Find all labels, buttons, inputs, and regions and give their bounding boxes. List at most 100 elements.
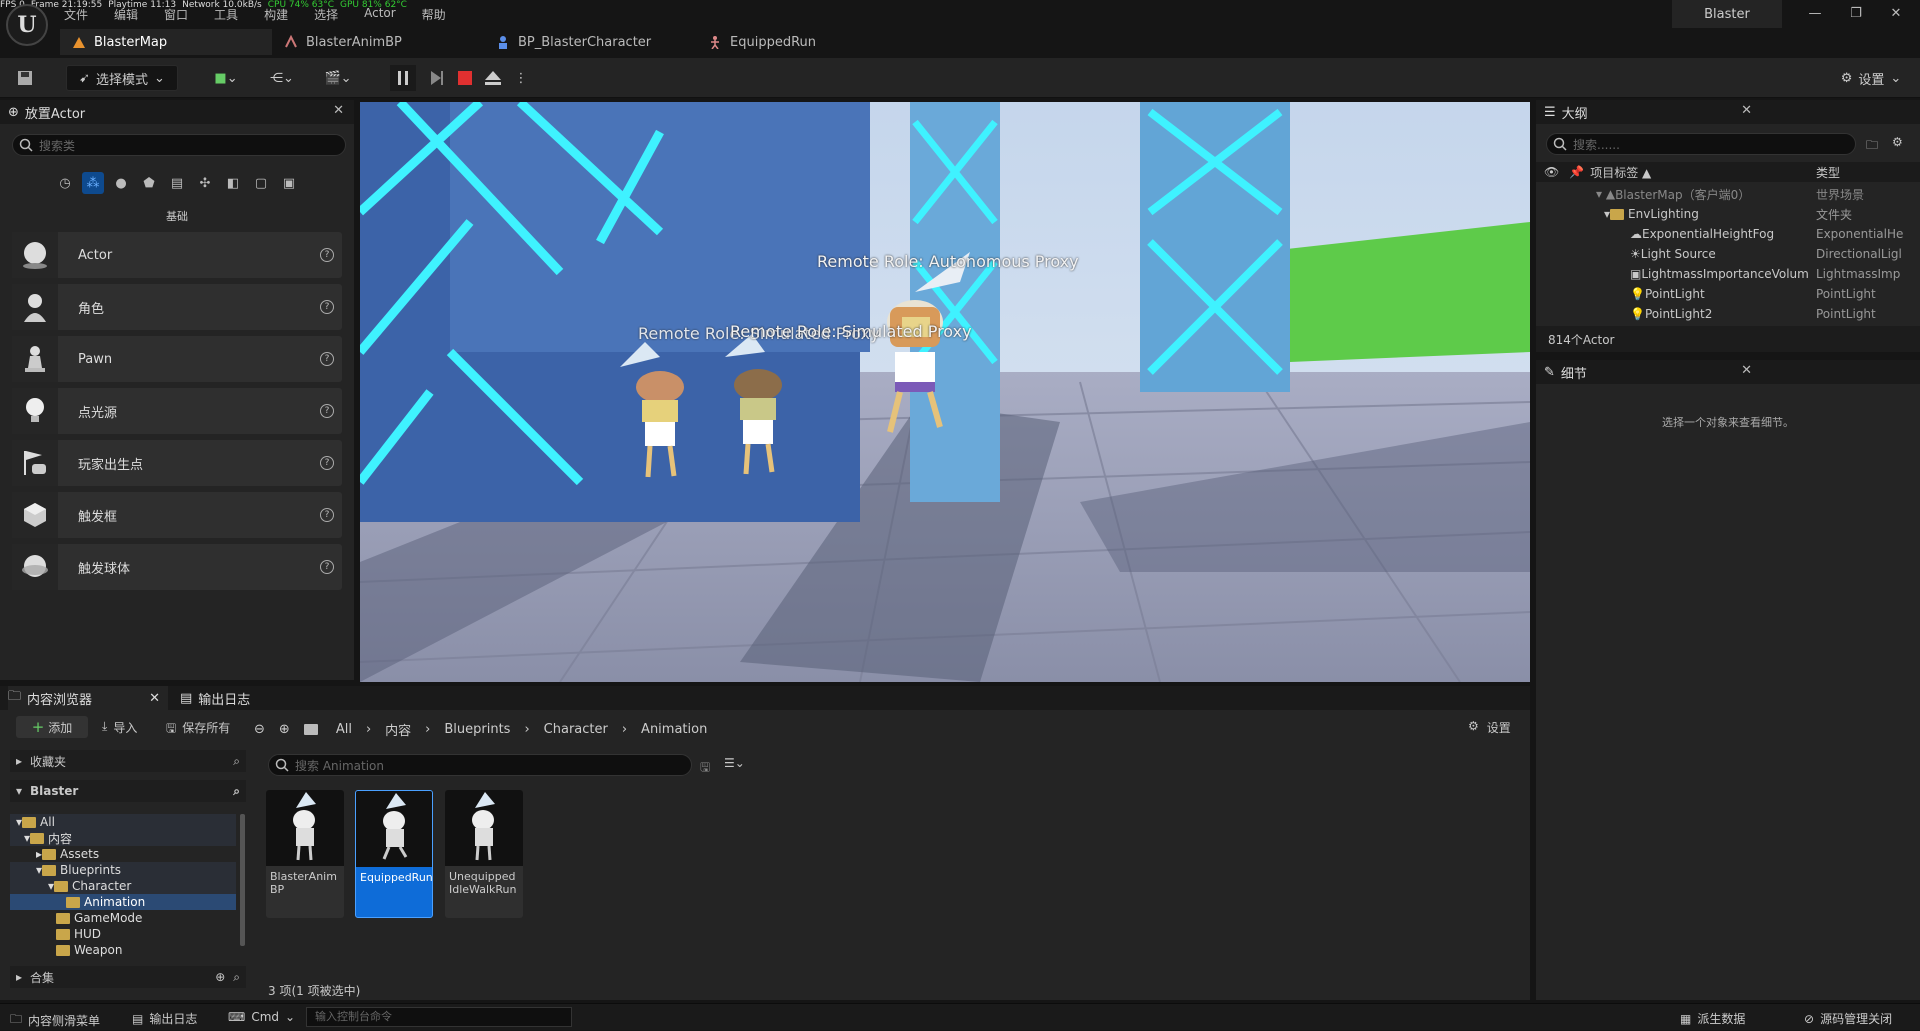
help-icon[interactable]: ?	[320, 456, 334, 470]
shapes-category-icon[interactable]: ⬟	[138, 172, 160, 194]
cinematic-category-icon[interactable]: ▤	[166, 172, 188, 194]
recent-icon[interactable]: ◷	[54, 172, 76, 194]
collections-section[interactable]: ▸ 合集 ⊕ ⌕	[10, 966, 246, 988]
outliner-row[interactable]: ☀ Light Source DirectionalLigl	[1536, 244, 1920, 264]
help-icon[interactable]: ?	[320, 560, 334, 574]
menu-file[interactable]: 文件	[64, 6, 88, 23]
stop-icon[interactable]	[452, 65, 478, 91]
eject-icon[interactable]	[480, 65, 506, 91]
close-icon[interactable]: ✕	[149, 691, 160, 706]
import-button[interactable]: ⤓ 导入	[102, 719, 137, 736]
outliner-row[interactable]: ▣ LightmassImportanceVolum LightmassImp	[1536, 264, 1920, 284]
column-type[interactable]: 类型	[1816, 164, 1840, 181]
tab-blasteranimbp[interactable]: BlasterAnimBP	[272, 29, 484, 55]
tab-bp-blastercharacter[interactable]: BP_BlasterCharacter	[484, 29, 696, 55]
source-control-button[interactable]: ⊘ 源码管理关闭	[1804, 1010, 1892, 1027]
all-classes-category-icon[interactable]: ▣	[278, 172, 300, 194]
settings-button[interactable]: ⚙ 设置 ⌄	[1834, 65, 1908, 91]
breadcrumb-item[interactable]: All	[336, 722, 352, 737]
tree-item-gamemode[interactable]: GameMode	[10, 910, 236, 926]
menu-build[interactable]: 构建	[264, 6, 288, 23]
breadcrumb-item[interactable]: Blueprints	[444, 722, 510, 737]
unreal-logo-icon[interactable]: U	[6, 4, 48, 46]
eye-icon[interactable]: 👁	[1544, 165, 1559, 179]
actor-item-character[interactable]: 角色 ?	[12, 284, 342, 330]
project-section[interactable]: ▾ Blaster ⌕	[10, 780, 246, 802]
menu-help[interactable]: 帮助	[422, 6, 446, 23]
add-content-icon[interactable]: ■ ⌄	[206, 65, 246, 91]
filter-icon[interactable]: ☰⌄	[724, 756, 745, 770]
breadcrumb-item[interactable]: Animation	[641, 722, 707, 737]
search-icon[interactable]: ⌕	[233, 754, 240, 769]
breadcrumb-item[interactable]: Character	[544, 722, 608, 737]
tab-blastermap[interactable]: BlasterMap	[60, 29, 272, 55]
basic-category-icon[interactable]: ⁂	[82, 172, 104, 194]
select-mode-dropdown[interactable]: ➹ 选择模式 ⌄	[66, 65, 178, 91]
level-viewport[interactable]: Remote Role: Autonomous Proxy Remote Rol…	[360, 102, 1530, 682]
close-icon[interactable]: ✕	[1741, 103, 1752, 118]
menu-select[interactable]: 选择	[314, 6, 338, 23]
outliner-row[interactable]: ☁ ExponentialHeightFog ExponentialHe	[1536, 224, 1920, 244]
search-icon[interactable]: ⌕	[233, 970, 240, 985]
tree-item-animation[interactable]: Animation	[10, 894, 236, 910]
blueprint-menu-icon[interactable]: ⋲⌄	[262, 65, 302, 91]
asset-tile[interactable]: Unequipped IdleWalkRun	[445, 790, 523, 918]
cmd-dropdown[interactable]: ⌨ Cmd ⌄	[228, 1010, 295, 1024]
content-settings-button[interactable]: ⚙ 设置	[1468, 719, 1511, 736]
tree-item-character[interactable]: ▾ Character	[10, 878, 236, 894]
cinematics-icon[interactable]: 🎬⌄	[318, 65, 358, 91]
actor-item-actor[interactable]: Actor ?	[12, 232, 342, 278]
outliner-row[interactable]: 💡 PointLight PointLight	[1536, 284, 1920, 304]
outliner-search-input[interactable]: 搜索......	[1546, 133, 1856, 155]
menu-actor[interactable]: Actor	[364, 6, 396, 23]
outliner-row[interactable]: ▾ ▲ BlasterMap（客户端0） 世界场景	[1536, 184, 1920, 204]
close-icon[interactable]: ✕	[333, 103, 344, 118]
derived-data-button[interactable]: ▦ 派生数据	[1680, 1010, 1745, 1027]
actor-item-trigger-box[interactable]: 触发框 ?	[12, 492, 342, 538]
class-search-input[interactable]: 搜索类	[12, 134, 346, 156]
column-label[interactable]: 项目标签 ▲	[1590, 164, 1651, 181]
save-search-icon[interactable]: 🖫	[700, 758, 710, 779]
favorites-section[interactable]: ▸ 收藏夹 ⌕	[10, 750, 246, 772]
geometry-category-icon[interactable]: ◧	[222, 172, 244, 194]
gear-icon[interactable]: ⚙	[1892, 135, 1903, 149]
breadcrumb-item[interactable]: 内容	[385, 720, 411, 739]
tree-item-assets[interactable]: ▸ Assets	[10, 846, 236, 862]
tree-scrollbar[interactable]	[240, 814, 245, 946]
tree-item-content[interactable]: ▾ 内容	[10, 830, 236, 846]
visual-effects-category-icon[interactable]: ✣	[194, 172, 216, 194]
tree-item-hud[interactable]: HUD	[10, 926, 236, 942]
tree-item-all[interactable]: ▾ All	[10, 814, 236, 830]
asset-search-input[interactable]: 搜索 Animation	[268, 754, 692, 776]
lights-category-icon[interactable]: ●	[110, 172, 132, 194]
close-window-button[interactable]: ✕	[1886, 6, 1906, 22]
pin-icon[interactable]: 📌	[1569, 165, 1584, 179]
tab-output-log[interactable]: ▤ 输出日志	[180, 689, 250, 708]
pause-icon[interactable]	[390, 65, 416, 91]
asset-tile[interactable]: BlasterAnim BP	[266, 790, 344, 918]
help-icon[interactable]: ?	[320, 352, 334, 366]
search-icon[interactable]: ⌕	[233, 784, 240, 799]
tab-equippedrun[interactable]: EquippedRun	[696, 29, 908, 55]
add-button[interactable]: + 添加	[16, 716, 88, 738]
help-icon[interactable]: ?	[320, 300, 334, 314]
outliner-row[interactable]: 💡 PointLight2 PointLight	[1536, 304, 1920, 324]
more-options-icon[interactable]: ⋮	[514, 65, 528, 91]
minimize-button[interactable]: —	[1805, 6, 1825, 22]
forward-icon[interactable]: ⊕	[279, 722, 290, 737]
close-icon[interactable]: ✕	[1741, 363, 1752, 378]
actor-item-player-start[interactable]: 玩家出生点 ?	[12, 440, 342, 486]
add-collection-icon[interactable]: ⊕	[215, 970, 225, 984]
menu-tools[interactable]: 工具	[214, 6, 238, 23]
tab-content-browser[interactable]: 🗀 内容浏览器 ✕	[8, 686, 168, 710]
new-folder-icon[interactable]: 🗀	[1866, 136, 1878, 157]
back-icon[interactable]: ⊖	[254, 722, 265, 737]
help-icon[interactable]: ?	[320, 248, 334, 262]
save-all-button[interactable]: 🖫 保存所有	[166, 719, 230, 740]
volumes-category-icon[interactable]: ▢	[250, 172, 272, 194]
actor-item-trigger-sphere[interactable]: 触发球体 ?	[12, 544, 342, 590]
menu-window[interactable]: 窗口	[164, 6, 188, 23]
outliner-row[interactable]: ▾ EnvLighting 文件夹	[1536, 204, 1920, 224]
actor-item-point-light[interactable]: 点光源 ?	[12, 388, 342, 434]
console-input[interactable]: 输入控制台命令	[306, 1007, 572, 1027]
